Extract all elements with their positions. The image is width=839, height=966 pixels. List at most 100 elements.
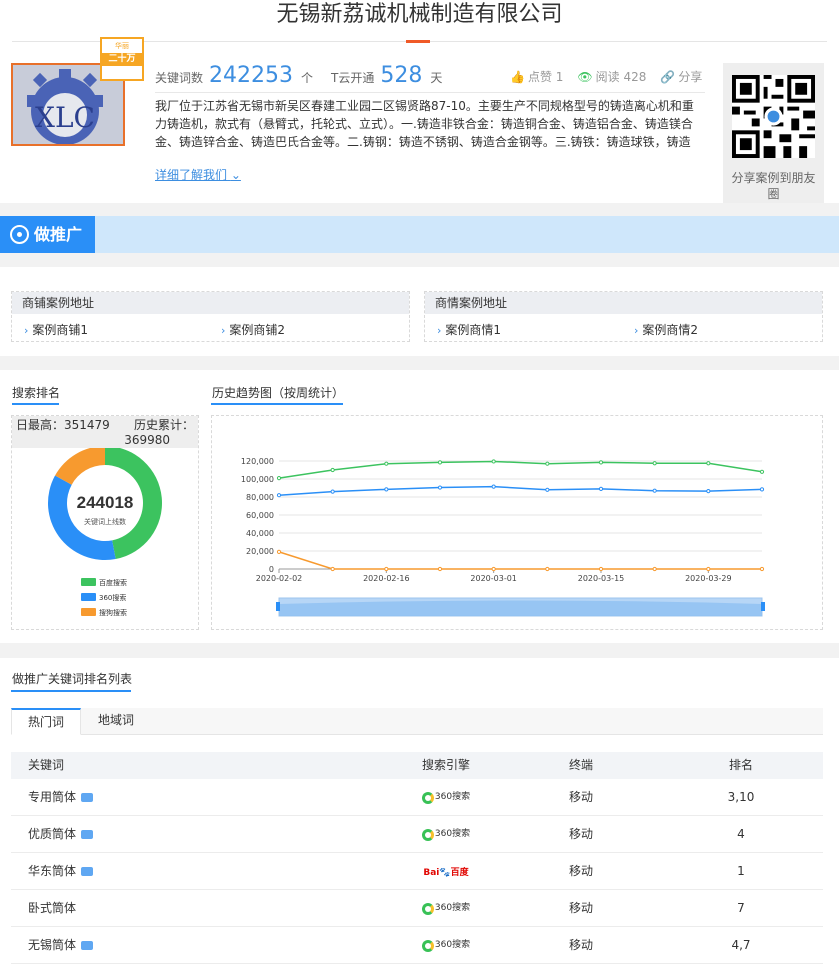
title-accent xyxy=(406,40,430,43)
engine-cell: 360搜索 xyxy=(391,816,501,856)
donut-center-value: 244018 xyxy=(77,493,134,512)
data-point xyxy=(384,566,389,572)
shop-link-2[interactable]: › 案例商铺2 xyxy=(221,321,285,338)
data-point xyxy=(437,566,443,572)
like-button[interactable]: 👍 点赞 1 xyxy=(510,68,563,85)
ranking-section: 搜索排名 历史趋势图（按周统计） 日最高：351479 历史累计： 369980… xyxy=(0,370,839,643)
x-tick-label: 2020-02-02 xyxy=(256,574,303,583)
share-button[interactable]: 🔗 分享 xyxy=(660,68,702,85)
terminal-cell: 移动 xyxy=(568,827,593,841)
data-point xyxy=(759,487,765,492)
trend-line-chart: 0 20,000 40,000 60,000 80,000 100,000 120,000 2… xyxy=(241,457,765,617)
tab-hot-words[interactable]: 热门词 xyxy=(11,708,81,735)
info-link-label: 案例商情2 xyxy=(642,323,699,337)
rank-cell: 7 xyxy=(737,901,745,915)
data-point xyxy=(491,484,496,489)
chevron-right-icon: › xyxy=(437,324,442,337)
chevron-right-icon: › xyxy=(24,324,29,337)
keyword-cell: 卧式筒体 xyxy=(28,890,76,927)
keyword-cell: 专用筒体 xyxy=(28,779,94,816)
keyword-cell: 无锡筒体 xyxy=(28,927,94,964)
info-link-1[interactable]: › 案例商情1 xyxy=(437,321,501,338)
data-point xyxy=(330,467,335,473)
title-underline xyxy=(211,403,343,405)
engine-cell: 360搜索 xyxy=(391,890,501,930)
data-point xyxy=(330,566,335,572)
data-point xyxy=(384,487,389,492)
y-tick-label: 0 xyxy=(269,565,274,574)
chevron-right-icon: › xyxy=(221,324,226,337)
promo-tab[interactable]: 做推广 xyxy=(0,216,95,253)
data-point xyxy=(491,459,496,464)
promo-bar: 做推广 xyxy=(0,216,839,253)
data-point xyxy=(706,461,711,466)
baidu-logo-icon: Bai🐾百度 xyxy=(423,868,469,878)
keyword-list-section: 做推广关键词排名列表 热门词 地域词 关键词 搜索引擎 终端 排名 专用筒体 36… xyxy=(0,658,839,966)
y-tick-label: 20,000 xyxy=(246,547,274,556)
action-bar: 👍 点赞 1 👁 阅读 428 🔗 分享 xyxy=(510,68,702,85)
info-address-title: 商情案例地址 xyxy=(425,292,822,314)
engine-cell: Bai🐾百度 xyxy=(391,853,501,892)
daily-max: 日最高：351479 xyxy=(16,418,110,432)
zoom-slider-area[interactable] xyxy=(279,600,762,617)
col-engine: 搜索引擎 xyxy=(421,758,470,772)
x-tick-label: 2020-03-15 xyxy=(578,574,625,583)
shop-link-label: 案例商铺1 xyxy=(32,323,89,337)
shop-address-title: 商铺案例地址 xyxy=(12,292,409,314)
keyword-count-value: 242253 xyxy=(209,63,293,88)
terminal-cell: 移动 xyxy=(568,864,593,878)
qr-caption: 分享案例到朋友圈 xyxy=(731,171,816,201)
col-rank: 排名 xyxy=(728,758,753,772)
photo-tag-icon[interactable] xyxy=(81,793,94,802)
data-point xyxy=(759,566,765,572)
col-terminal: 终端 xyxy=(568,758,593,772)
y-tick-label: 100,000 xyxy=(241,475,274,484)
qr-share-panel: 分享案例到朋友圈 xyxy=(723,63,824,203)
photo-tag-icon[interactable] xyxy=(81,941,94,950)
ranking-stats: 日最高：351479 历史累计： 369980 xyxy=(12,416,198,448)
data-point xyxy=(598,460,604,465)
thumbs-up-icon: 👍 xyxy=(510,70,525,84)
keyword-count-unit: 个 xyxy=(301,71,314,85)
qr-code-icon[interactable] xyxy=(732,75,815,158)
shop-link-label: 案例商铺2 xyxy=(229,323,286,337)
tab-region-words[interactable]: 地域词 xyxy=(81,708,151,735)
keyword-text: 优质筒体 xyxy=(28,827,77,841)
years-badge: 华丽 二十万 xyxy=(100,37,144,81)
history-total-value: 369980 xyxy=(124,433,170,447)
data-point xyxy=(545,566,550,572)
x-tick-label: 2020-03-29 xyxy=(685,574,732,583)
like-label: 点赞 1 xyxy=(527,70,564,84)
data-point xyxy=(598,486,604,492)
info-link-2[interactable]: › 案例商情2 xyxy=(634,321,698,338)
zoom-handle-left[interactable] xyxy=(276,602,280,611)
zoom-handle-right[interactable] xyxy=(761,602,765,611)
rank-cell: 4,7 xyxy=(731,938,751,952)
series-line xyxy=(278,460,763,479)
logo-text: XLC xyxy=(35,101,95,134)
legend-label: 360搜索 xyxy=(99,593,126,602)
shop-address-box: 商铺案例地址 › 案例商铺1 › 案例商铺2 xyxy=(11,291,410,342)
title-underline xyxy=(11,690,131,692)
legend-label: 搜狗搜索 xyxy=(99,608,127,617)
rank-cell: 3,10 xyxy=(727,790,755,804)
photo-tag-icon[interactable] xyxy=(81,830,94,839)
engine-cell: 360搜索 xyxy=(391,779,501,819)
keyword-cell: 优质筒体 xyxy=(28,816,94,853)
360-search-logo-icon: 360搜索 xyxy=(421,779,470,816)
shop-link-1[interactable]: › 案例商铺1 xyxy=(24,321,88,338)
data-point xyxy=(652,566,657,572)
learn-more-link[interactable]: 详细了解我们 ⌄ xyxy=(155,166,241,183)
data-point xyxy=(598,566,604,572)
company-header: 无锡新荔诚机械制造有限公司 XLC 华丽 二十万 关键词数 242253 个 T… xyxy=(0,0,839,203)
table-row: 无锡筒体 360搜索 移动 4,7 xyxy=(11,927,823,964)
terminal-cell: 移动 xyxy=(568,938,593,952)
ranking-box: 日最高：351479 历史累计： 369980 244018 关键词上线数 百度搜索… xyxy=(11,415,199,630)
data-point xyxy=(276,549,282,554)
keyword-text: 卧式筒体 xyxy=(28,901,77,915)
photo-tag-icon[interactable] xyxy=(81,867,94,876)
keyword-list-title: 做推广关键词排名列表 xyxy=(12,672,133,686)
data-point xyxy=(384,461,389,466)
tcloud-value: 528 xyxy=(380,63,423,88)
360-search-logo-icon: 360搜索 xyxy=(421,890,470,927)
